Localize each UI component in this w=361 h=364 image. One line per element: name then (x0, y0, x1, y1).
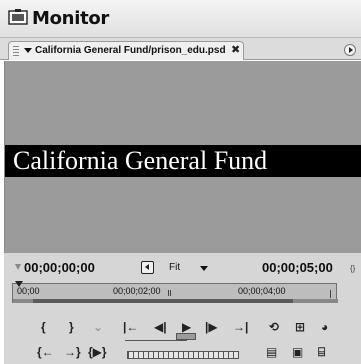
insert-button[interactable]: ▤ (266, 345, 277, 359)
play-in-to-out-button[interactable]: {▶} (88, 345, 107, 359)
export-frame-button[interactable]: ⌸ (318, 345, 325, 359)
step-forward-button[interactable]: |▶ (205, 320, 218, 334)
shuttle-slider[interactable] (125, 333, 196, 341)
in-point-marker-icon (15, 264, 21, 270)
output-button[interactable]: ◕ (321, 320, 328, 334)
overlay-button[interactable]: ▣ (292, 345, 303, 359)
mark-in-button[interactable]: { (41, 320, 46, 334)
grip-icon[interactable] (13, 46, 19, 57)
close-tab-button[interactable]: ✖ (231, 43, 240, 56)
step-back-button[interactable]: ◀| (154, 320, 167, 334)
ruler-tick (170, 290, 171, 296)
tab-label: California General Fund/prison_edu.psd (35, 45, 226, 56)
ruler-tick (330, 290, 331, 298)
ruler-label: 00;00 (17, 286, 40, 296)
current-timecode[interactable]: 00;00;00;00 (24, 260, 95, 275)
program-viewer[interactable]: California General Fund (4, 61, 361, 253)
go-to-in-point-button[interactable]: |← (123, 320, 138, 334)
transport-controls: 00;00;00;00 Fit 00;00;05;00 {} 00;00 00;… (4, 253, 361, 364)
zoom-scroll-bar[interactable] (13, 299, 338, 303)
loop-button[interactable]: ⟲ (269, 320, 279, 334)
window-title-bar: Monitor (0, 0, 361, 38)
zoom-level-select[interactable]: Fit (169, 262, 180, 273)
panel-menu-button[interactable] (344, 44, 356, 56)
chevron-down-icon[interactable] (24, 48, 32, 53)
frame-title-text: California General Fund (5, 145, 361, 177)
zoom-scroll-thumb[interactable] (33, 299, 293, 303)
go-to-out-button[interactable]: →} (64, 345, 81, 359)
ruler-label: 00;00;02;00 (113, 286, 161, 296)
go-to-out-point-button[interactable]: →| (233, 320, 248, 334)
tab-bar: California General Fund/prison_edu.psd ✖ (0, 38, 361, 60)
ruler-label: 00;00;04;00 (238, 286, 286, 296)
safe-margins-toggle-icon[interactable] (141, 261, 154, 274)
go-to-in-button[interactable]: {← (37, 345, 54, 359)
chevron-down-icon[interactable] (200, 266, 208, 271)
window-title: Monitor (32, 8, 110, 29)
ruler-tick (168, 290, 169, 296)
duration-brace-icon: {} (350, 264, 356, 273)
time-ruler[interactable]: 00;00 00;00;02;00 00;00;04;00 (12, 281, 338, 303)
shuttle-handle[interactable] (176, 333, 196, 340)
duration-timecode[interactable]: 00;00;05;00 (262, 260, 333, 275)
monitor-app-icon (8, 9, 28, 25)
set-marker-button[interactable]: ⌄ (93, 320, 103, 334)
jog-wheel[interactable] (127, 351, 239, 359)
safe-margins-button[interactable]: ⊞ (295, 320, 305, 334)
play-button[interactable]: ▶ (182, 320, 191, 334)
mark-out-button[interactable]: } (69, 320, 74, 334)
tab-source[interactable]: California General Fund/prison_edu.psd ✖ (8, 41, 244, 60)
